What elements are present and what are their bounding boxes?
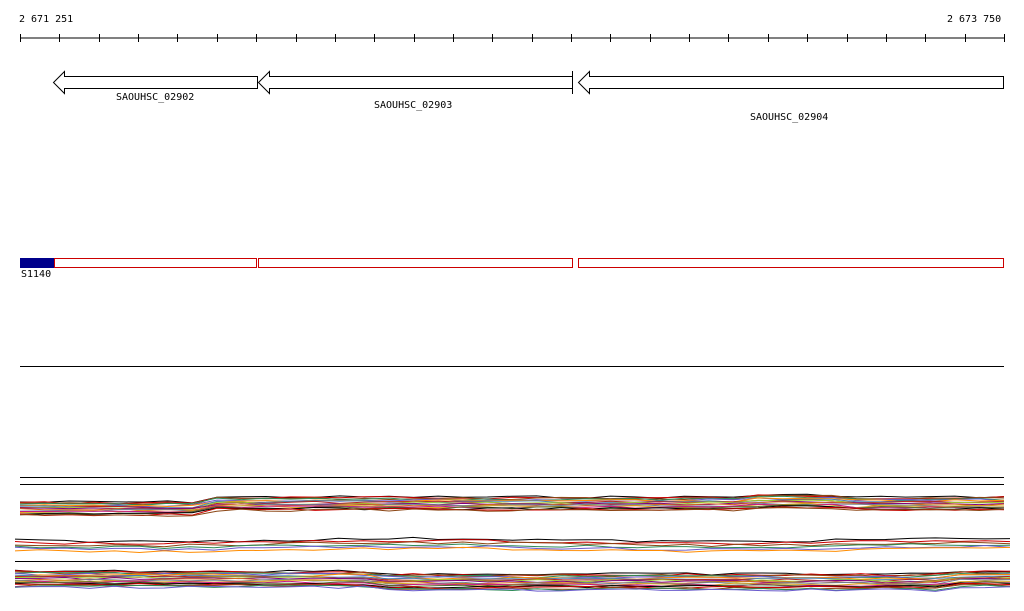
- coverage-lines-group-3: [14, 569, 1011, 592]
- coverage-lines-group-1: [19, 493, 1005, 517]
- coverage-lines-group-2: [14, 536, 1011, 554]
- alignment-tracks: [14, 366, 1011, 592]
- genome-browser-view: 2 671 251 2 673 750 SAOUHSC_02902 SAOUHS…: [0, 0, 1024, 611]
